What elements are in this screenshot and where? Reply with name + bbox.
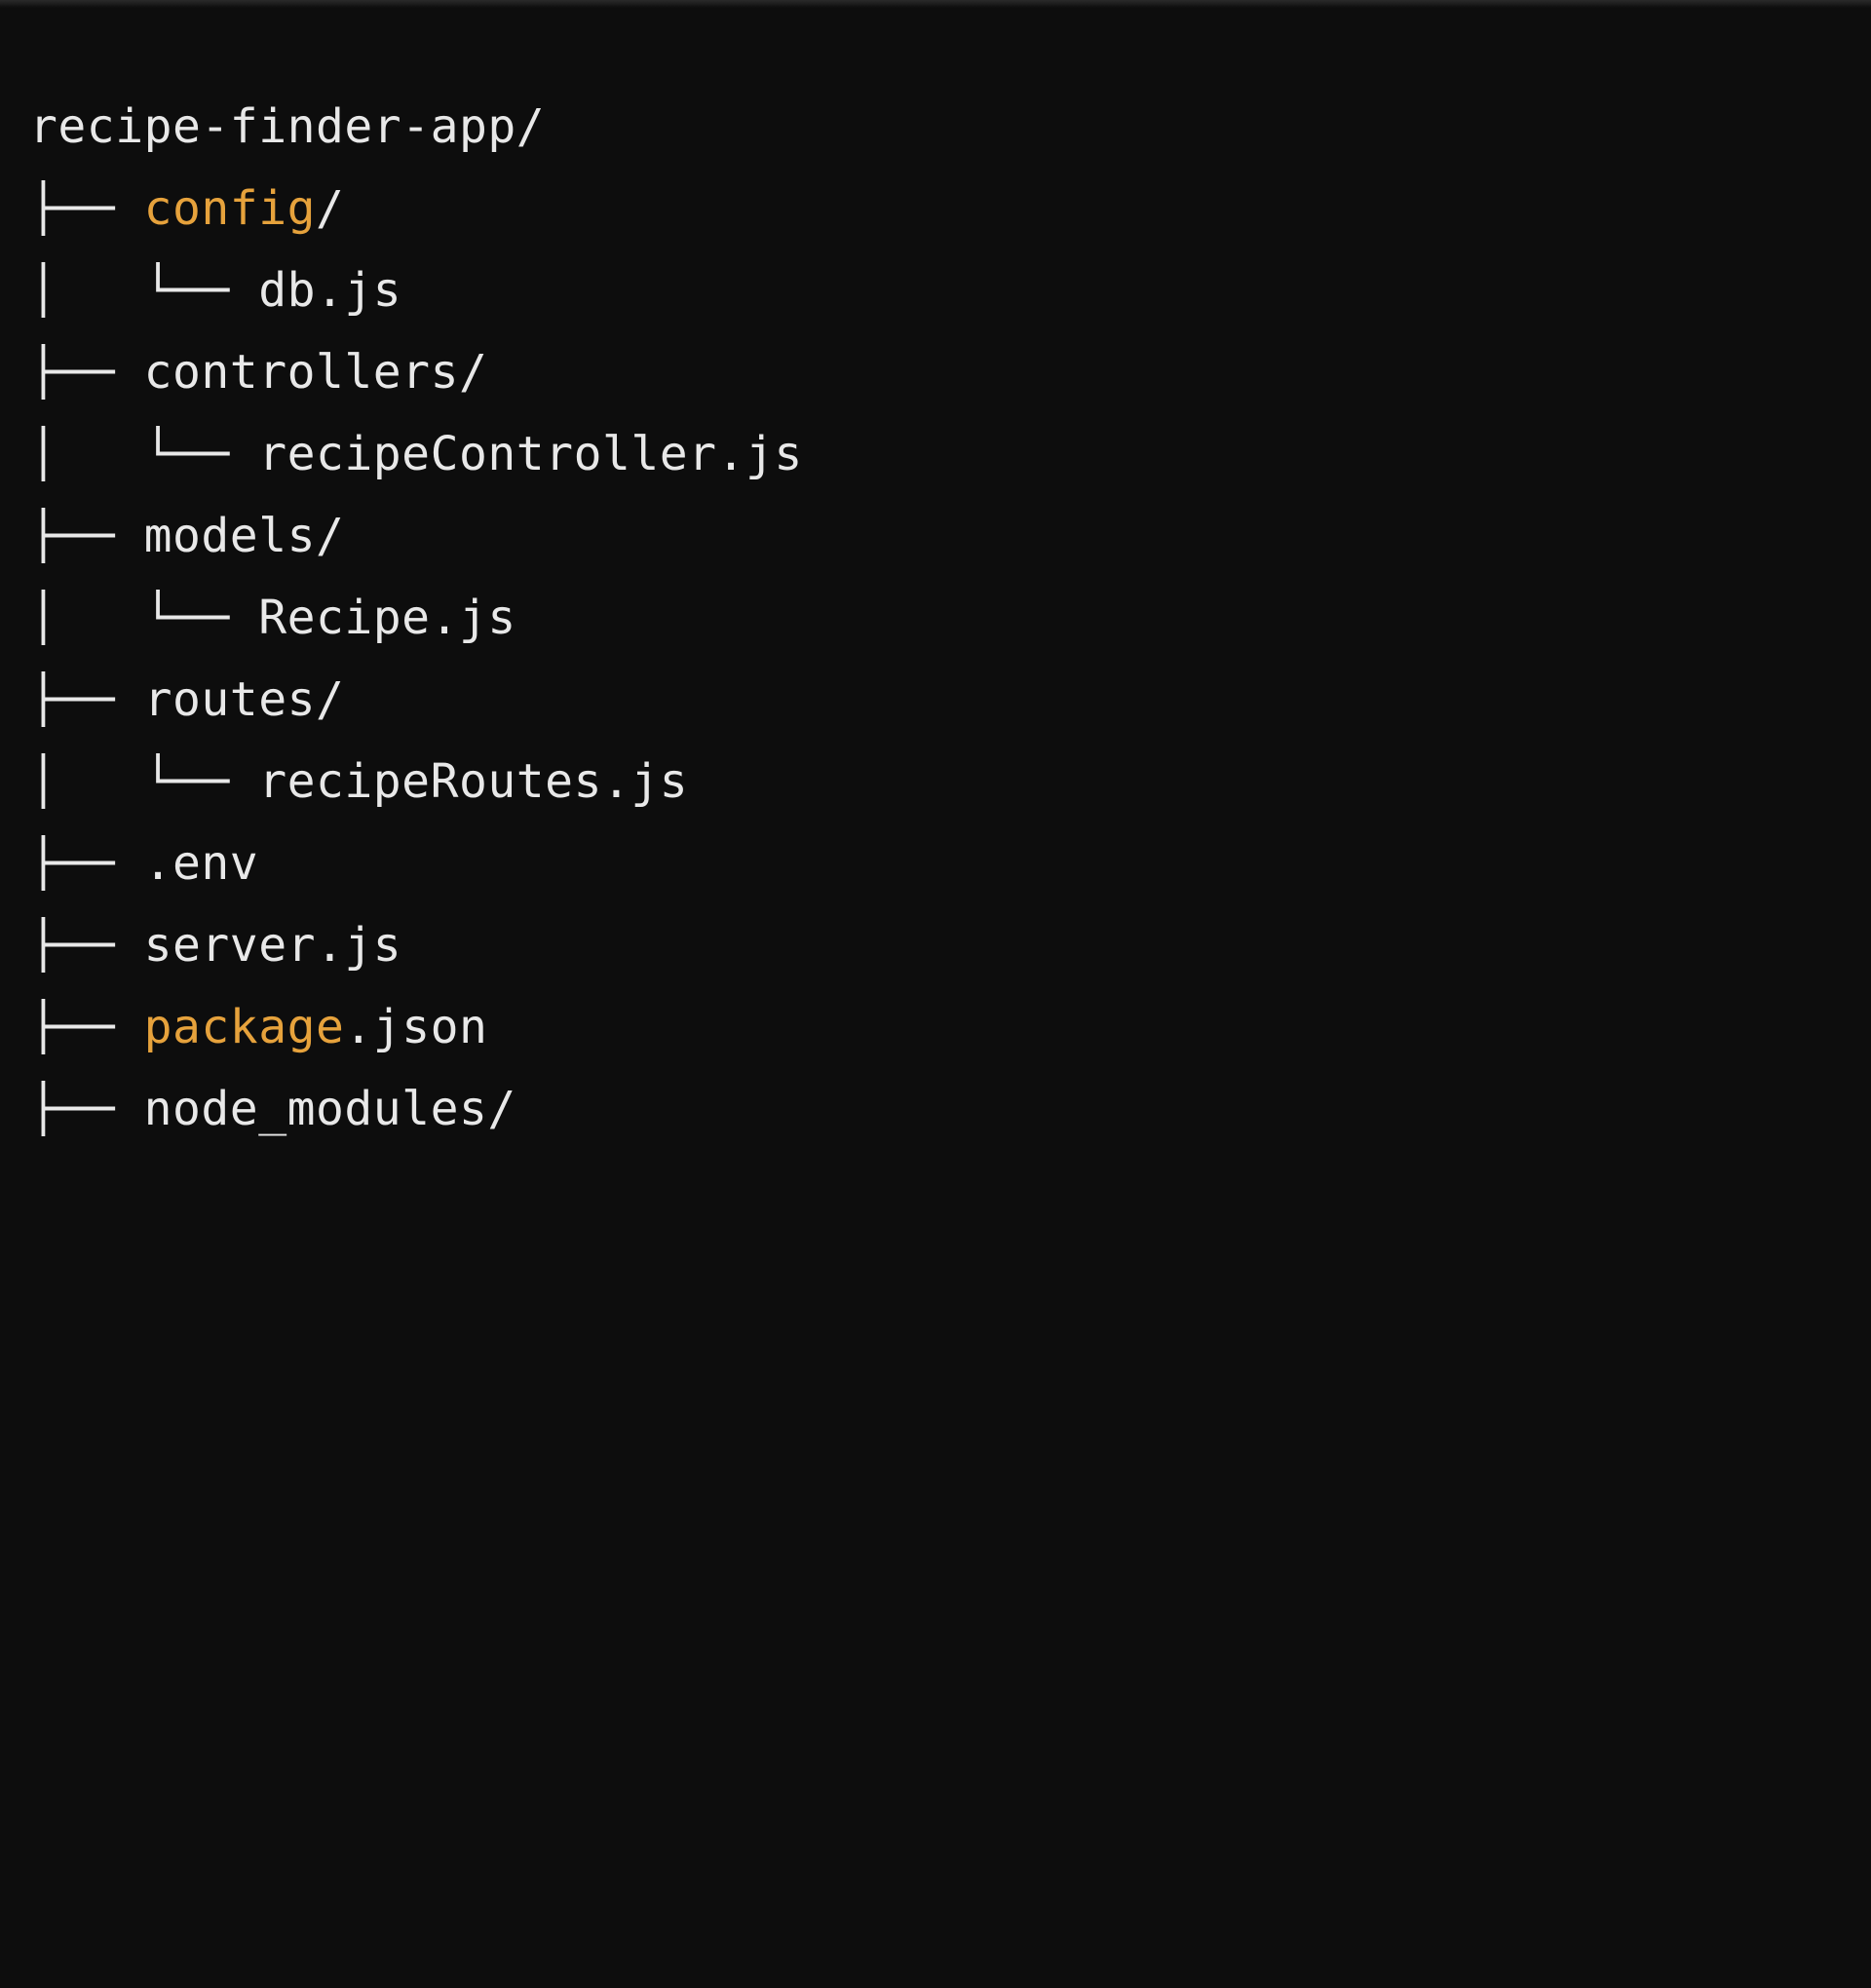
tree-line: ├── models/ — [29, 509, 344, 563]
tree-line: ├── config/ — [29, 181, 344, 236]
tree-line: ├── node_modules/ — [29, 1082, 516, 1136]
tree-line: │ └── db.js — [29, 263, 401, 318]
window-top-border — [0, 0, 1871, 8]
tree-line: ├── .env — [29, 836, 258, 891]
tree-line: ├── routes/ — [29, 672, 344, 727]
tree-root: recipe-finder-app/ — [29, 99, 545, 154]
tree-line: ├── controllers/ — [29, 345, 487, 400]
tree-line: ├── package.json — [29, 1000, 487, 1054]
directory-tree-output: recipe-finder-app/ ├── config/ │ └── db.… — [0, 8, 1871, 1208]
tree-line: ├── server.js — [29, 918, 401, 973]
highlighted-dir: config — [144, 181, 316, 236]
tree-line: │ └── recipeController.js — [29, 427, 803, 481]
highlighted-file: package — [144, 1000, 345, 1054]
tree-line: │ └── Recipe.js — [29, 591, 516, 645]
tree-line: │ └── recipeRoutes.js — [29, 754, 688, 809]
